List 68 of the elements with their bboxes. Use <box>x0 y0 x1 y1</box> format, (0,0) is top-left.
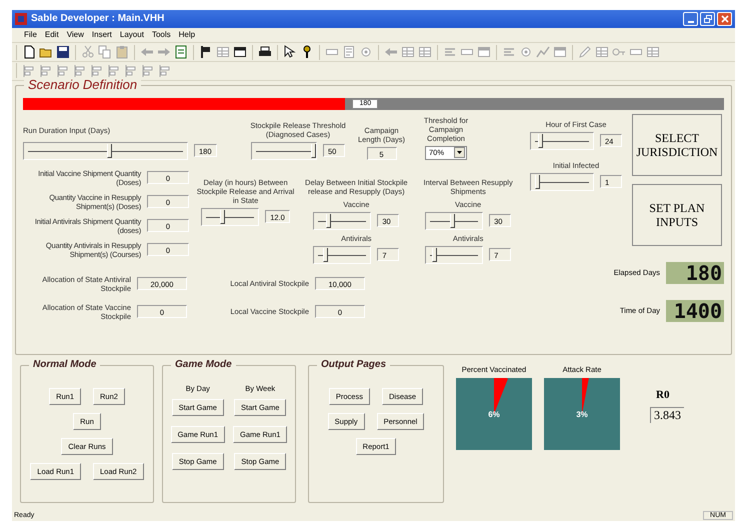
window-title: Sable Developer : Main.VHH <box>31 13 166 24</box>
slider-thumb[interactable] <box>450 214 455 228</box>
grid-icon[interactable] <box>418 45 432 60</box>
document-icon[interactable] <box>22 45 36 60</box>
minimize-button[interactable] <box>683 12 698 26</box>
slider[interactable] <box>313 212 372 230</box>
flag-icon[interactable] <box>199 45 213 60</box>
page-icon[interactable] <box>174 45 188 60</box>
restore-button[interactable] <box>700 12 715 26</box>
slider-thumb[interactable] <box>326 214 332 228</box>
alignment-icon[interactable] <box>124 64 138 78</box>
close-icon <box>720 14 728 23</box>
menu-item[interactable]: Insert <box>92 30 112 40</box>
slider-thumb[interactable] <box>311 144 316 158</box>
r0-value: 3.843 <box>650 407 684 424</box>
grid-icon[interactable] <box>595 45 609 60</box>
window-icon[interactable] <box>233 45 247 60</box>
chart-icon[interactable] <box>536 45 550 60</box>
grid-icon[interactable] <box>401 45 415 60</box>
button[interactable]: SELECT JURISDICTION <box>632 114 722 176</box>
minimize-icon <box>688 20 694 23</box>
scissors-icon[interactable] <box>81 45 95 60</box>
copy-icon[interactable] <box>98 45 112 60</box>
app-icon <box>15 12 27 25</box>
slider-thumb[interactable] <box>107 144 112 158</box>
slider[interactable] <box>251 142 317 160</box>
slider[interactable] <box>23 142 188 160</box>
group-title: Output Pages <box>317 359 390 370</box>
group-title: Normal Mode <box>29 359 100 370</box>
slider[interactable] <box>425 246 484 264</box>
group-title: Scenario Definition <box>24 76 142 92</box>
close-button[interactable] <box>717 12 732 26</box>
save-icon[interactable] <box>56 45 70 60</box>
slider-thumb[interactable] <box>538 134 544 148</box>
button[interactable]: SET PLAN INPUTS <box>632 184 722 246</box>
menu-item[interactable]: Help <box>178 30 196 40</box>
circle-icon[interactable] <box>519 45 533 60</box>
slider[interactable] <box>313 246 372 264</box>
digital-display: 1400 <box>666 300 724 322</box>
slider[interactable] <box>201 208 260 226</box>
gauge-reading: 6% <box>487 410 501 420</box>
slider-thumb[interactable] <box>432 248 438 262</box>
menu-item[interactable]: Edit <box>44 30 59 40</box>
circle-icon[interactable] <box>359 45 373 60</box>
slider[interactable] <box>530 172 594 191</box>
menu-item[interactable]: Layout <box>120 30 144 40</box>
slider-thumb[interactable] <box>323 248 328 262</box>
grid-icon[interactable] <box>646 45 660 60</box>
menu-item[interactable]: Tools <box>152 30 171 40</box>
menu-item[interactable]: View <box>66 30 84 40</box>
caret-icon[interactable] <box>454 147 465 158</box>
alignment-icon[interactable] <box>107 64 121 78</box>
alignment-icon[interactable] <box>141 64 155 78</box>
pen-icon[interactable] <box>578 45 592 60</box>
gauge-reading: 3% <box>575 410 589 420</box>
menu-item[interactable]: File <box>24 30 37 40</box>
r0-label: R0 <box>655 389 670 402</box>
group-title: Game Mode <box>171 359 236 370</box>
alignment-icon[interactable] <box>90 64 104 78</box>
list-icon[interactable] <box>342 45 356 60</box>
slider[interactable] <box>530 132 594 150</box>
pointer-icon[interactable] <box>283 45 297 60</box>
slider-thumb[interactable] <box>220 210 226 224</box>
slider-thumb[interactable] <box>534 174 540 189</box>
digital-display: 180 <box>666 262 724 284</box>
restore-icon <box>704 14 712 23</box>
slider[interactable] <box>425 212 484 230</box>
clipboard-icon[interactable] <box>115 45 129 60</box>
